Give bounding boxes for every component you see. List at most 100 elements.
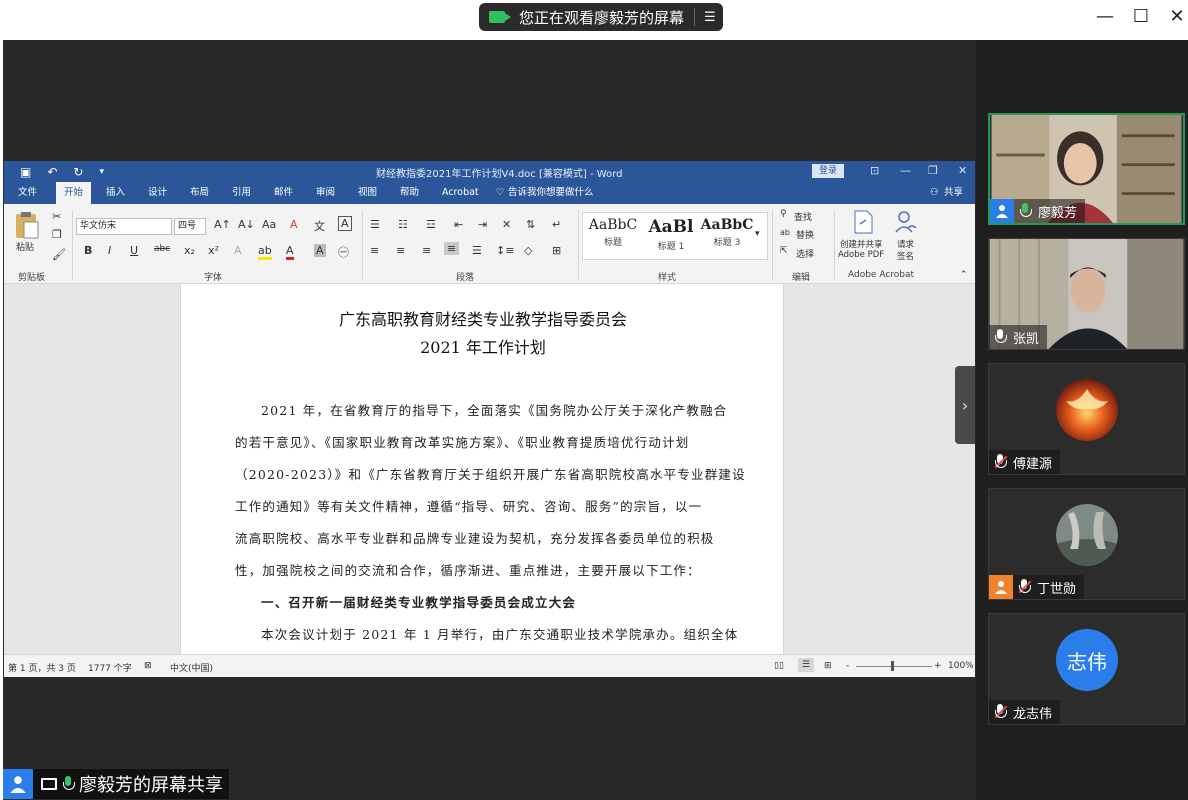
superscript-icon[interactable]: x² — [208, 244, 219, 257]
microphone-icon[interactable] — [993, 328, 1007, 346]
proofing-icon[interactable]: ⊠ — [144, 661, 152, 671]
language-status[interactable]: 中文(中国) — [170, 661, 213, 674]
enclose-characters-icon[interactable]: ㊀ — [338, 244, 349, 260]
styles-more-icon[interactable]: ▾ — [755, 229, 760, 239]
next-page-arrow-icon[interactable]: › — [955, 366, 975, 444]
create-pdf-label[interactable]: Adobe PDF — [838, 250, 884, 260]
paste-icon[interactable] — [14, 210, 40, 240]
zoom-slider-thumb[interactable] — [891, 661, 894, 671]
collapse-ribbon-icon[interactable]: ⌃ — [960, 270, 968, 280]
increase-indent-icon[interactable]: ⇥ — [478, 218, 487, 231]
participant-tile[interactable]: 廖毅芳 — [988, 113, 1185, 225]
page-count[interactable]: 第 1 页，共 3 页 — [8, 661, 76, 674]
tab-home[interactable]: 开始 — [56, 182, 92, 204]
numbering-icon[interactable]: ☷ — [398, 218, 408, 231]
create-share-label[interactable]: 创建并共享 — [840, 238, 883, 250]
zoom-level[interactable]: 100% — [948, 661, 974, 671]
web-layout-icon[interactable]: ⊞ — [824, 661, 832, 671]
align-left-icon[interactable]: ≡ — [370, 244, 379, 257]
change-case-icon[interactable]: Aa — [262, 218, 276, 231]
select-icon[interactable]: ⇱ — [780, 246, 788, 256]
bullets-icon[interactable]: ☰ — [370, 218, 380, 231]
microphone-muted-icon[interactable] — [993, 703, 1008, 721]
request-label[interactable]: 请求 — [897, 238, 914, 250]
tab-acrobat[interactable]: Acrobat — [442, 182, 479, 204]
word-restore-button[interactable]: ❐ — [928, 164, 938, 177]
microphone-muted-icon[interactable] — [993, 453, 1008, 471]
tab-mailings[interactable]: 邮件 — [274, 182, 293, 204]
character-shading-icon[interactable]: A — [314, 244, 326, 257]
borders-icon[interactable]: ⊞ — [552, 244, 561, 257]
participant-tile[interactable]: 丁世勋 — [988, 488, 1185, 600]
chinese-layout-icon[interactable]: ✕ — [502, 218, 511, 231]
tab-design[interactable]: 设计 — [148, 182, 167, 204]
share-button[interactable]: 共享 — [944, 182, 963, 204]
style-heading-3[interactable]: AaBbC 标题 3 — [699, 217, 755, 248]
save-icon[interactable]: ▣ — [20, 165, 31, 179]
phonetic-guide-icon[interactable]: 文 — [314, 218, 325, 234]
font-color-icon[interactable]: A — [286, 244, 294, 260]
menu-icon[interactable]: ☰ — [704, 10, 716, 25]
tab-review[interactable]: 审阅 — [316, 182, 335, 204]
italic-icon[interactable]: I — [108, 244, 111, 257]
sharing-banner[interactable]: 您正在观看廖毅芳的屏幕 ☰ — [479, 3, 723, 31]
tab-view[interactable]: 视图 — [358, 182, 377, 204]
participant-tile[interactable]: 张凯 — [988, 238, 1185, 350]
multilevel-list-icon[interactable]: ☲ — [426, 218, 436, 231]
show-hide-marks-icon[interactable]: ↵ — [552, 218, 561, 231]
request-signature-icon[interactable] — [894, 210, 918, 234]
close-button[interactable]: ✕ — [1166, 6, 1188, 28]
subscript-icon[interactable]: x₂ — [184, 244, 195, 257]
user-share-icon[interactable]: ⚇ — [930, 182, 939, 204]
character-border-icon[interactable]: A — [338, 216, 352, 231]
font-size-combobox[interactable]: 四号 — [174, 218, 206, 235]
line-spacing-icon[interactable]: ↕≡ — [496, 244, 514, 257]
find-button[interactable]: 查找 — [794, 210, 812, 223]
shading-icon[interactable]: ◇ — [524, 244, 532, 257]
style-title[interactable]: AaBbC 标题 — [585, 217, 641, 248]
tab-insert[interactable]: 插入 — [106, 182, 125, 204]
document-page[interactable]: 广东高职教育财经类专业教学指导委员会 2021 年工作计划 2021 年，在省教… — [180, 284, 784, 654]
copy-icon[interactable]: ❐ — [52, 228, 62, 241]
align-right-icon[interactable]: ≡ — [422, 244, 431, 257]
minimize-button[interactable]: — — [1094, 6, 1116, 28]
tab-layout[interactable]: 布局 — [190, 182, 209, 204]
customize-quick-access-icon[interactable]: ▾ — [99, 167, 104, 177]
undo-icon[interactable]: ↶ — [47, 165, 57, 179]
shrink-font-icon[interactable]: A↓ — [238, 218, 255, 231]
tab-file[interactable]: 文件 — [18, 182, 37, 204]
login-button[interactable]: 登录 — [812, 164, 844, 178]
align-center-icon[interactable]: ≡ — [396, 244, 405, 257]
signature-label[interactable]: 签名 — [897, 250, 914, 262]
sort-icon[interactable]: ⇅ — [526, 218, 535, 231]
word-count[interactable]: 1777 个字 — [88, 661, 132, 674]
underline-icon[interactable]: U — [130, 244, 138, 257]
clear-formatting-icon[interactable]: A — [290, 218, 298, 231]
decrease-indent-icon[interactable]: ⇤ — [454, 218, 463, 231]
find-icon[interactable]: ⚲ — [780, 209, 787, 219]
print-layout-icon[interactable]: ☰ — [798, 658, 815, 672]
replace-icon[interactable]: ab — [780, 228, 790, 237]
participant-tile[interactable]: 志伟 龙志伟 — [988, 613, 1185, 725]
paste-label[interactable]: 粘贴 — [16, 240, 34, 253]
read-mode-icon[interactable]: ▯▯ — [774, 661, 784, 671]
participant-tile[interactable]: 傅建源 — [988, 363, 1185, 475]
tell-me-search[interactable]: 告诉我你想要做什么 — [508, 182, 594, 204]
zoom-in-button[interactable]: + — [934, 661, 942, 671]
grow-font-icon[interactable]: A↑ — [214, 218, 231, 231]
justify-icon[interactable]: ≡ — [444, 242, 460, 255]
zoom-out-button[interactable]: - — [846, 661, 849, 671]
font-name-combobox[interactable]: 华文仿宋 — [76, 218, 172, 235]
word-close-button[interactable]: ✕ — [958, 164, 967, 177]
tab-references[interactable]: 引用 — [232, 182, 251, 204]
select-button[interactable]: 选择 — [796, 247, 814, 260]
distributed-icon[interactable]: ☰ — [472, 244, 482, 257]
maximize-button[interactable]: ☐ — [1130, 6, 1152, 28]
microphone-icon[interactable] — [1018, 202, 1032, 220]
text-effects-icon[interactable]: A — [234, 244, 242, 257]
strikethrough-icon[interactable]: abc — [154, 244, 170, 254]
zoom-slider[interactable] — [856, 666, 932, 667]
create-pdf-icon[interactable] — [852, 210, 874, 234]
ribbon-display-options-icon[interactable]: ⊡ — [870, 164, 879, 177]
style-heading-1[interactable]: AaBl 标题 1 — [643, 217, 699, 252]
